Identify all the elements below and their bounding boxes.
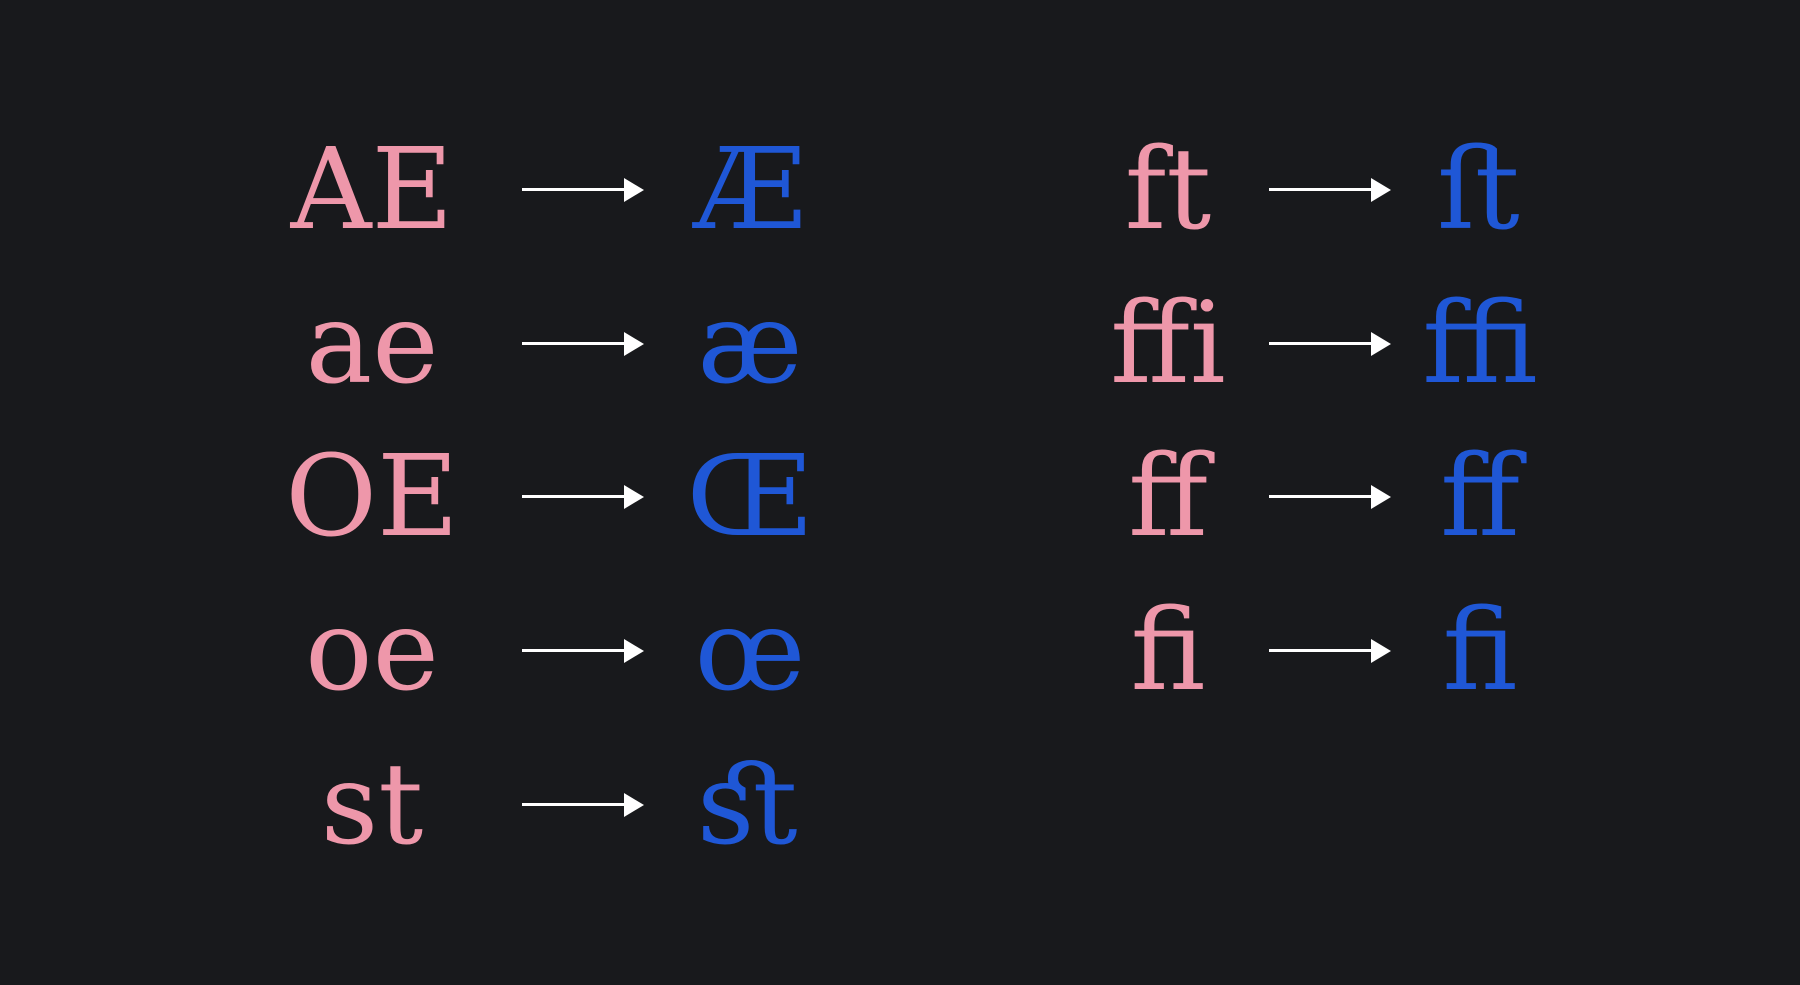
ligature-diagram: AE Æ ae æ OE Œ oe œ st ﬆ ft ﬅ ffi ﬃ ff ﬀ…	[0, 0, 1800, 985]
ligature-glyph: œ	[694, 586, 806, 716]
source-letters: ff	[1128, 432, 1208, 562]
ligature-glyph: Œ	[686, 432, 814, 562]
source-letters: oe	[305, 586, 439, 716]
source-letters: OE	[285, 432, 459, 562]
ligature-glyph: ﬅ	[1436, 125, 1524, 255]
source-letters: AE	[290, 125, 454, 255]
source-letters: ft	[1124, 125, 1212, 255]
source-letters: st	[320, 740, 424, 870]
ligature-glyph: ﬁ	[1442, 586, 1518, 716]
ligature-glyph: Æ	[693, 125, 807, 255]
source-letters: ffi	[1110, 279, 1226, 409]
source-letters: fi	[1130, 586, 1206, 716]
ligature-glyph: æ	[697, 279, 803, 409]
ligature-glyph: ﬃ	[1422, 279, 1538, 409]
ligature-glyph: ﬀ	[1440, 432, 1520, 562]
ligature-glyph: ﬆ	[697, 740, 803, 870]
source-letters: ae	[305, 279, 439, 409]
